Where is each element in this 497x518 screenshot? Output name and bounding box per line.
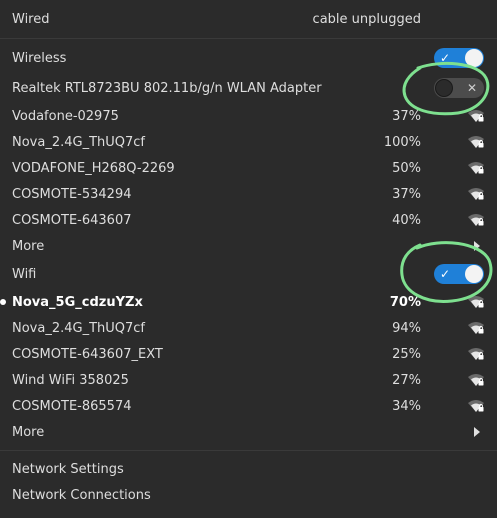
wireless-label: Wireless xyxy=(12,50,67,66)
signal-strength: 27% xyxy=(392,372,421,388)
network-name: COSMOTE-534294 xyxy=(12,186,132,202)
wifi-signal-locked-icon xyxy=(468,136,484,148)
wifi-toggle[interactable]: ✓ xyxy=(434,264,484,284)
network-row[interactable]: Wind WiFi 358025 27% xyxy=(0,367,497,393)
wired-row: Wired cable unplugged xyxy=(0,6,497,32)
network-settings-item[interactable]: Network Settings xyxy=(0,456,497,482)
network-name: Nova_2.4G_ThUQ7cf xyxy=(12,320,146,336)
divider xyxy=(0,38,497,39)
wifi-signal-locked-icon xyxy=(468,188,484,200)
signal-strength: 40% xyxy=(392,212,421,228)
signal-strength: 37% xyxy=(392,108,421,124)
adapter-toggle[interactable]: ✕ xyxy=(434,78,484,98)
wireless-toggle[interactable]: ✓ xyxy=(434,48,484,68)
cross-icon: ✕ xyxy=(466,81,477,95)
network-settings-label: Network Settings xyxy=(12,461,124,477)
wifi-signal-locked-icon xyxy=(468,110,484,122)
network-row[interactable]: Nova_2.4G_ThUQ7cf 94% xyxy=(0,315,497,341)
wifi-signal-locked-icon xyxy=(468,322,484,334)
signal-strength: 34% xyxy=(392,398,421,414)
network-name: Nova_2.4G_ThUQ7cf xyxy=(12,134,146,150)
wireless-row[interactable]: Wireless ✓ xyxy=(0,45,497,71)
network-row[interactable]: COSMOTE-643607 40% xyxy=(0,207,497,233)
network-row[interactable]: COSMOTE-643607_EXT 25% xyxy=(0,341,497,367)
signal-strength: 25% xyxy=(392,346,421,362)
divider xyxy=(0,450,497,451)
network-connections-item[interactable]: Network Connections xyxy=(0,482,497,508)
wifi-row[interactable]: Wifi ✓ xyxy=(0,261,497,287)
more-label: More xyxy=(12,238,45,254)
signal-strength: 70% xyxy=(389,294,421,310)
wired-status: cable unplugged xyxy=(312,11,421,27)
network-connections-label: Network Connections xyxy=(12,487,151,503)
network-name: Vodafone-02975 xyxy=(12,108,119,124)
network-row[interactable]: COSMOTE-865574 34% xyxy=(0,393,497,419)
signal-strength: 94% xyxy=(392,320,421,336)
wifi-signal-locked-icon xyxy=(468,400,484,412)
wifi-signal-locked-icon xyxy=(468,162,484,174)
adapter-label: Realtek RTL8723BU 802.11b/g/n WLAN Adapt… xyxy=(12,80,322,96)
network-name: COSMOTE-865574 xyxy=(12,398,132,414)
network-name: Wind WiFi 358025 xyxy=(12,372,129,388)
wired-label: Wired xyxy=(12,11,50,27)
toggle-knob xyxy=(465,265,483,283)
network-row[interactable]: VODAFONE_H268Q-2269 50% xyxy=(0,155,497,181)
chevron-right-icon xyxy=(474,241,480,251)
network-row[interactable]: Nova_5G_cdzuYZx 70% xyxy=(0,289,497,315)
signal-strength: 100% xyxy=(383,134,421,150)
signal-strength: 37% xyxy=(392,186,421,202)
check-icon: ✓ xyxy=(440,51,451,65)
wifi-signal-locked-icon xyxy=(468,348,484,360)
more-label: More xyxy=(12,424,45,440)
wifi-signal-locked-icon xyxy=(468,296,484,308)
adapter-row[interactable]: Realtek RTL8723BU 802.11b/g/n WLAN Adapt… xyxy=(0,75,497,101)
chevron-right-icon xyxy=(474,427,480,437)
adapter-more-row[interactable]: More xyxy=(0,233,497,259)
wifi-signal-locked-icon xyxy=(468,214,484,226)
network-row[interactable]: COSMOTE-534294 37% xyxy=(0,181,497,207)
wifi-more-row[interactable]: More xyxy=(0,419,497,445)
network-name: Nova_5G_cdzuYZx xyxy=(12,294,143,310)
network-name: VODAFONE_H268Q-2269 xyxy=(12,160,175,176)
toggle-knob xyxy=(465,49,483,67)
network-row[interactable]: Nova_2.4G_ThUQ7cf 100% xyxy=(0,129,497,155)
network-name: COSMOTE-643607_EXT xyxy=(12,346,163,362)
network-row[interactable]: Vodafone-02975 37% xyxy=(0,103,497,129)
wifi-label: Wifi xyxy=(12,266,37,282)
network-name: COSMOTE-643607 xyxy=(12,212,132,228)
wifi-signal-locked-icon xyxy=(468,374,484,386)
signal-strength: 50% xyxy=(392,160,421,176)
connected-indicator xyxy=(0,299,6,305)
check-icon: ✓ xyxy=(440,267,451,281)
toggle-knob xyxy=(435,79,453,97)
